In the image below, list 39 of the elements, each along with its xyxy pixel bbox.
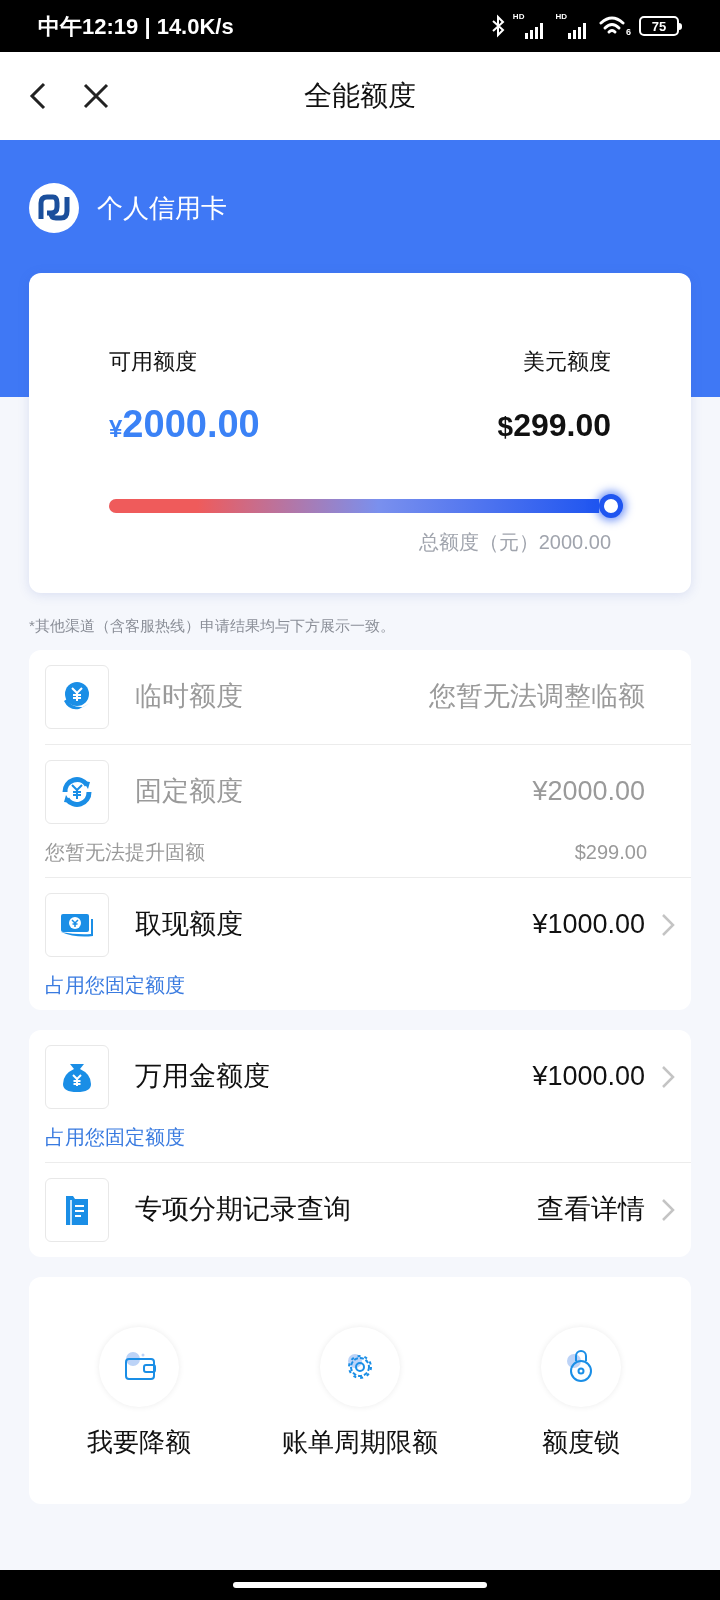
row-label: 固定额度	[135, 775, 243, 809]
row-note-value: $299.00	[574, 839, 647, 865]
signal-label: HD	[555, 13, 567, 21]
limit-row[interactable]: 取现额度 ¥1000.00 占用您固定额度	[45, 876, 691, 1010]
usd-limit-label: 美元额度	[523, 348, 611, 376]
row-note: 占用您固定额度	[45, 972, 185, 998]
signal-label: HD	[512, 13, 525, 21]
row-label: 万用金额度	[135, 1060, 270, 1094]
notice-text: *其他渠道（含客服热线）申请结果均与下方展示一致。	[29, 616, 396, 636]
row-value: 查看详情	[537, 1193, 645, 1227]
row-value: ¥1000.00	[532, 908, 645, 942]
row-value: 您暂无法调整临额	[429, 680, 645, 714]
action-button[interactable]: 额度锁	[470, 1326, 691, 1462]
limit-row[interactable]: 专项分期记录查询 查看详情	[45, 1161, 691, 1257]
row-label: 专项分期记录查询	[135, 1193, 351, 1227]
usd-limit-amount: $299.00	[497, 405, 611, 445]
total-limit-text: 总额度（元）2000.00	[418, 530, 611, 555]
wifi-label: 6	[626, 28, 631, 37]
action-button[interactable]: 我要降额	[29, 1326, 250, 1462]
bank-logo-icon	[29, 183, 79, 233]
available-limit-label: 可用额度	[109, 348, 197, 376]
card-type-title: 个人信用卡	[97, 191, 227, 225]
limit-row[interactable]: 万用金额度 ¥1000.00 占用您固定额度	[45, 1029, 691, 1162]
status-time: 中午12:19 | 14.0K/s	[38, 12, 234, 41]
row-note: 您暂无法提升固额	[45, 839, 205, 865]
row-label: 临时额度	[135, 680, 243, 714]
action-button[interactable]: 账单周期限额	[249, 1326, 471, 1462]
page-title: 全能额度	[304, 79, 416, 113]
bluetooth-icon	[490, 14, 505, 38]
row-note: 占用您固定额度	[45, 1124, 185, 1150]
row-label: 取现额度	[135, 908, 243, 942]
available-limit-amount: ¥2000.00	[109, 402, 260, 447]
row-value: ¥1000.00	[532, 1060, 645, 1094]
chevron-right-icon	[661, 1064, 675, 1089]
chevron-right-icon	[661, 912, 675, 937]
battery-level: 75	[651, 19, 667, 33]
row-value: ¥2000.00	[532, 775, 645, 809]
close-icon	[82, 82, 110, 110]
chevron-right-icon	[661, 1197, 675, 1222]
